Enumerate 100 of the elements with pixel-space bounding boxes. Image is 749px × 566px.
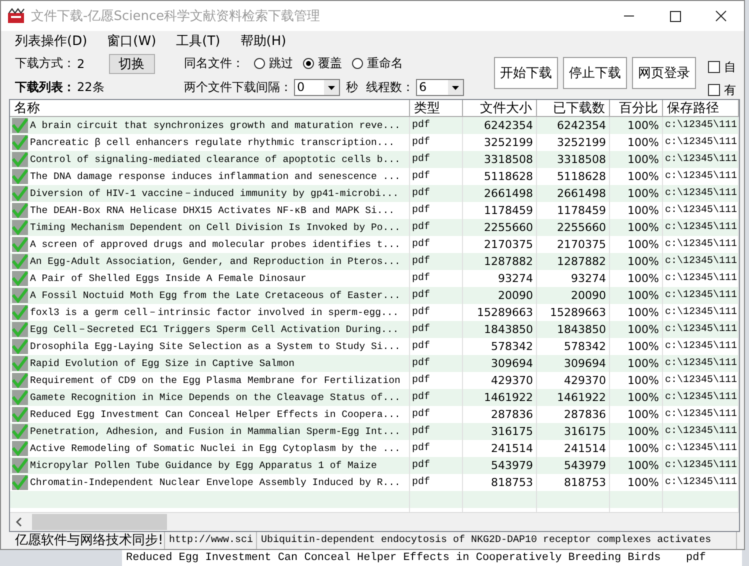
file-size: 2255660 [463, 218, 537, 236]
downloaded-size: 2661498 [537, 184, 610, 202]
checkmark-icon[interactable] [12, 424, 28, 439]
column-header[interactable]: 保存路径 [663, 100, 739, 117]
percent-value: 100% [610, 218, 663, 236]
downloaded-size: 316175 [537, 422, 610, 440]
column-header[interactable]: 名称 [10, 100, 410, 117]
mode-value: 2 [77, 56, 85, 71]
file-name: Drosophila Egg-Laying Site Selection as a System to Study Si... [30, 340, 400, 354]
downloaded-size: 1843850 [537, 320, 610, 338]
file-name: A Pair of Shelled Eggs Inside A Female Dinosaur [30, 272, 306, 286]
checkmark-icon[interactable] [12, 406, 28, 422]
file-size: 1843850 [463, 320, 537, 338]
checkmark-icon[interactable] [12, 118, 28, 133]
file-size: 3318508 [463, 150, 537, 168]
file-type: pdf [410, 388, 463, 406]
checkmark-icon[interactable] [12, 304, 28, 320]
background-row-name: Reduced Egg Investment Can Conceal Helper Effects in Cooperatively Breeding Birds [125, 551, 662, 566]
checkmark-icon[interactable] [12, 356, 28, 371]
checkmark-icon[interactable] [12, 236, 28, 252]
downloaded-size: 543979 [537, 456, 610, 474]
threads-label: 线程数： [366, 78, 414, 96]
save-path: c:\12345\111 [663, 286, 739, 304]
checkmark-icon[interactable] [12, 254, 28, 269]
save-path: c:\12345\111 [663, 150, 739, 168]
scroll-left-icon[interactable] [14, 516, 24, 528]
checkmark-icon[interactable] [12, 458, 28, 473]
file-type: pdf [410, 320, 463, 338]
percent-value: 100% [610, 422, 663, 440]
downloaded-size: 1287882 [537, 252, 610, 270]
radio-button[interactable] [303, 58, 314, 70]
file-type: pdf [410, 354, 463, 372]
checkmark-icon[interactable] [12, 202, 28, 218]
checkmark-icon[interactable] [12, 288, 28, 303]
radio-button[interactable] [254, 58, 265, 70]
checkbox[interactable] [708, 61, 720, 74]
scrollbar-thumb[interactable] [32, 514, 167, 530]
checkmark-icon[interactable] [12, 220, 28, 235]
save-path: c:\12345\111 [663, 354, 739, 372]
column-header[interactable]: 类型 [410, 100, 463, 117]
file-size: 543979 [463, 456, 537, 474]
column-header[interactable]: 百分比 [610, 100, 663, 117]
file-type: pdf [410, 286, 463, 304]
file-name: Reduced Egg Investment Can Conceal Helper Effects in Coopera... [30, 408, 400, 422]
checkmark-icon[interactable] [12, 474, 28, 490]
menu-item[interactable]: 工具(T) [176, 32, 220, 50]
file-name: An Egg-Adult Association, Gender, and Reproduction in Pteros... [30, 254, 400, 269]
action-button[interactable]: 停止下载 [563, 56, 627, 89]
interval-dropdown[interactable]: 0 [294, 78, 340, 96]
file-type: pdf [410, 184, 463, 202]
file-name: Control of signaling-mediated clearance of apoptotic cells b... [30, 152, 400, 167]
percent-value: 100% [610, 320, 663, 338]
checkmark-icon[interactable] [12, 186, 28, 201]
file-name: Pancreatic β cell enhancers regulate rhythmic transcription... [30, 136, 395, 150]
action-button[interactable]: 网页登录 [632, 56, 696, 89]
column-header[interactable]: 已下载数 [537, 100, 610, 117]
column-header[interactable]: 文件大小 [463, 100, 537, 117]
menu-item[interactable]: 列表操作(D) [15, 32, 88, 50]
checkmark-icon[interactable] [12, 338, 28, 354]
file-name: Chromatin-Independent Nuclear Envelope Assembly Induced by R... [30, 476, 400, 490]
menu-item[interactable]: 帮助(H) [240, 32, 286, 50]
radio-button[interactable] [352, 58, 363, 70]
save-path: c:\12345\111 [663, 218, 739, 236]
checkmark-icon[interactable] [12, 270, 28, 286]
app-icon [7, 8, 25, 24]
switch-button[interactable]: 切换 [108, 54, 155, 74]
save-path: c:\12345\111 [663, 252, 739, 270]
file-type: pdf [410, 252, 463, 270]
status-title: Ubiquitin-dependent endocytosis of NKG2D-DAP10 receptor complexes activates [257, 532, 737, 549]
background-row-type: pdf [686, 551, 706, 566]
file-size: 20090 [463, 286, 537, 304]
file-name: The DNA damage response induces inflammation and senescence ... [30, 170, 400, 184]
percent-value: 100% [610, 286, 663, 304]
same-name-label: 同名文件： [184, 55, 244, 72]
percent-value: 100% [610, 388, 663, 406]
checkmark-icon[interactable] [12, 168, 28, 184]
percent-value: 100% [610, 252, 663, 270]
interval-label: 两个文件下载间隔： [184, 78, 292, 96]
checkbox-label: 有 [724, 82, 736, 99]
checkmark-icon[interactable] [12, 134, 28, 150]
checkmark-icon[interactable] [12, 440, 28, 456]
save-path: c:\12345\111 [663, 422, 739, 440]
percent-value: 100% [610, 184, 663, 202]
checkbox[interactable] [708, 84, 720, 96]
action-button[interactable]: 开始下载 [494, 56, 558, 89]
radio-label: 覆盖 [318, 55, 342, 72]
file-name: The DEAH-Box RNA Helicase DHX15 Activates NF-κB and MAPK Si... [30, 204, 395, 218]
checkmark-icon[interactable] [12, 322, 28, 337]
menu-item[interactable]: 窗口(W) [107, 32, 156, 50]
checkmark-icon[interactable] [12, 152, 28, 167]
list-label: 下载列表： [15, 78, 75, 96]
threads-dropdown[interactable]: 6 [416, 78, 464, 96]
checkmark-icon[interactable] [12, 372, 28, 388]
checkmark-icon[interactable] [12, 390, 28, 405]
downloaded-size: 1461922 [537, 388, 610, 406]
file-type: pdf [410, 116, 463, 134]
file-type: pdf [410, 456, 463, 474]
radio-label: 跳过 [269, 55, 293, 72]
file-size: 1461922 [463, 388, 537, 406]
file-name: A brain circuit that synchronizes growth and maturation reve... [30, 118, 400, 133]
